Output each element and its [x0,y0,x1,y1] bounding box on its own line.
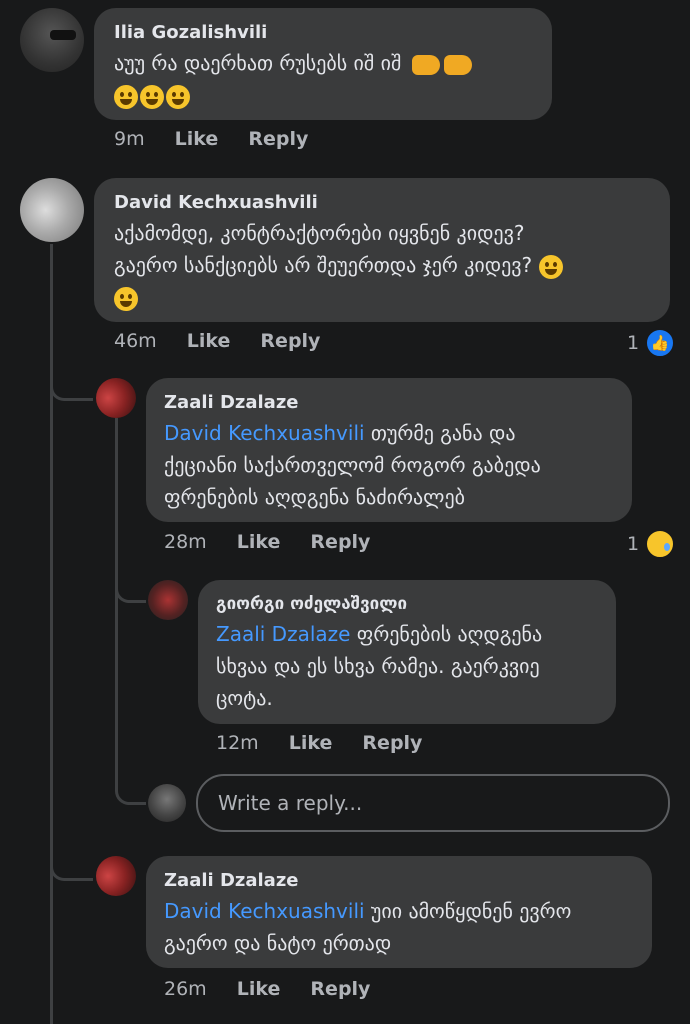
comment-author[interactable]: Ilia Gozalishvili [114,22,532,43]
mention-link[interactable]: David Kechxuashvili [164,421,365,445]
reaction-summary[interactable]: 1 [627,529,676,559]
comment-author[interactable]: Zaali Dzalaze [164,870,634,891]
reply-button[interactable]: Reply [260,330,320,352]
like-button[interactable]: Like [237,531,281,553]
comment-bubble: Zaali Dzalaze David Kechxuashvili უიი ამ… [146,856,652,968]
avatar[interactable] [96,378,136,418]
reply-button[interactable]: Reply [248,128,308,150]
reply-input[interactable]: Write a reply... [196,774,670,832]
sad-reaction-icon [645,529,676,559]
comment-text: აქამომდე, კონტრაქტორები იყვნენ კიდევ? [114,221,525,245]
like-button[interactable]: Like [237,978,281,1000]
comment-actions: 9m Like Reply [114,128,332,150]
comment-bubble: Ilia Gozalishvili აუუ რა დაერხათ რუსებს … [94,8,552,120]
comment-text: აუუ რა დაერხათ რუსებს იშ იშ [114,51,402,75]
thread-line-main [50,244,53,1024]
reply-button[interactable]: Reply [310,978,370,1000]
thinking-emoji-icon [538,254,563,279]
comment-time[interactable]: 46m [114,330,157,352]
thread-connector-3 [115,774,146,805]
comment-text: ცოტა. [216,686,273,710]
comment-actions: 12m Like Reply [216,732,446,754]
like-button[interactable]: Like [175,128,219,150]
comment-bubble: David Kechxuashvili აქამომდე, კონტრაქტორ… [94,178,670,322]
avatar[interactable] [148,580,188,620]
mention-link[interactable]: David Kechxuashvili [164,899,365,923]
comment-actions: 28m Like Reply [164,531,394,553]
comment-text: უიი ამოწყდნენ ევრო [364,899,572,923]
comment-bubble: გიორგი ოძელაშვილი Zaali Dzalaze ფრენების… [198,580,616,724]
reaction-count: 1 [627,533,640,555]
comment-text: ფრენების აღდგენა ნაძირალებ [164,485,465,509]
reply-input-placeholder: Write a reply... [218,791,363,815]
comment-author[interactable]: Zaali Dzalaze [164,392,614,413]
comment-text: სხვაა და ეს სხვა რამეა. გაერკვიე [216,654,540,678]
comment-time[interactable]: 12m [216,732,259,754]
comment-time[interactable]: 9m [114,128,145,150]
reaction-summary[interactable]: 1 👍 [627,328,676,358]
laughing-emoji-icon [166,84,190,109]
comment-time[interactable]: 26m [164,978,207,1000]
thread-connector-4 [50,850,93,881]
laughing-emoji-icon [140,84,164,109]
comment-text: გაერო და ნატო ერთად [164,931,392,955]
like-reaction-icon: 👍 [645,328,676,358]
avatar[interactable] [20,8,84,72]
like-button[interactable]: Like [289,732,333,754]
current-user-avatar [148,784,186,822]
reply-button[interactable]: Reply [362,732,422,754]
reaction-count: 1 [627,332,640,354]
thread-line-nested [115,418,118,790]
avatar[interactable] [96,856,136,896]
fist-emoji-icon [411,54,440,75]
comment-text: ფრენების აღდგენა [350,622,543,646]
comment-author[interactable]: David Kechxuashvili [114,192,650,213]
mention-link[interactable]: Zaali Dzalaze [216,622,350,646]
smile-emoji-icon [114,286,138,311]
avatar[interactable] [20,178,84,242]
comment-text: თურმე განა და [364,421,516,445]
thread-connector-2 [115,572,146,603]
like-button[interactable]: Like [187,330,231,352]
comment-author[interactable]: გიორგი ოძელაშვილი [216,594,598,614]
reply-button[interactable]: Reply [310,531,370,553]
thread-connector-1 [50,370,93,401]
comment-text: ქეციანი საქართველომ როგორ გაბედა [164,453,541,477]
fist-emoji-icon [443,54,472,75]
comment-actions: 46m Like Reply [114,330,344,352]
comment-text: გაერო სანქციებს არ შეუერთდა ჯერ კიდევ? [114,253,533,277]
laughing-emoji-icon [114,84,138,109]
comment-actions: 26m Like Reply [164,978,394,1000]
comment-time[interactable]: 28m [164,531,207,553]
comment-bubble: Zaali Dzalaze David Kechxuashvili თურმე … [146,378,632,522]
